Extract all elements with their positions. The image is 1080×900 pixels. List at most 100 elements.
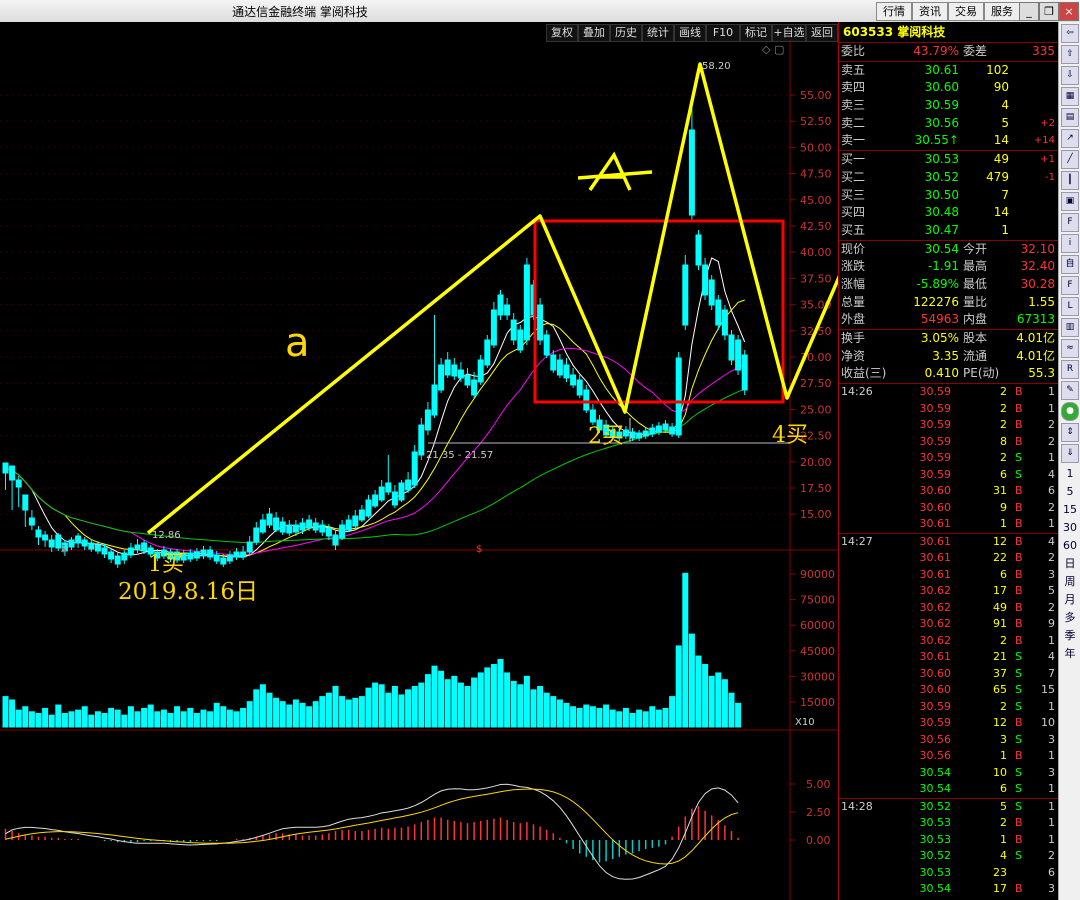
kline-chart[interactable]: ◇ ▢ 55.00 52.50 50.00 47.50 45.00 42.50 40.00 3… [0,40,838,900]
period-0[interactable]: 1 [1059,465,1080,483]
window-title: 通达信金融终端 掌阅科技 [232,5,368,19]
trend-icon[interactable]: ↗ [1061,129,1079,148]
volume-bar [655,709,662,728]
candle-body [497,294,504,316]
arrow-left-icon[interactable]: ⇦ [1061,24,1079,43]
tick-row: 30.62 91 B 9 [919,617,1056,631]
candle-body [22,494,29,511]
split-icon[interactable]: ▥ [1061,318,1079,337]
volume-bar [9,699,16,728]
menu-fuwu-button[interactable]: 服务 [984,2,1020,21]
self-select-icon[interactable]: 自 [1061,255,1079,274]
period-6[interactable]: 周 [1059,573,1080,591]
volume-bar [477,672,484,728]
period-7[interactable]: 月 [1059,591,1080,609]
stock-code-name: 603533 掌阅科技 [839,22,1059,43]
volume-bar [213,702,220,728]
rsi-icon[interactable]: R [1061,360,1079,379]
price-tick-label: 47.50 [800,168,832,181]
grid-icon[interactable]: ▤ [1061,108,1079,127]
tick-row: 30.54 6 S 1 [919,782,1056,796]
period-2[interactable]: 15 [1059,501,1080,519]
candle-body [306,519,313,529]
volume-bar [88,714,95,728]
candle-body [352,515,359,527]
period-9[interactable]: 季 [1059,627,1080,645]
tick-list[interactable]: 14:26 30.59 2 B 1 30.59 2 B 1 30.59 2 B 2 30.59 8 B 2 30.… [839,384,1059,898]
tick-row: 30.53 1 B 1 [919,832,1056,846]
chart-type-icon[interactable]: ▦ [1061,87,1079,106]
menu-hangqing-button[interactable]: 行情 [876,2,912,21]
period-4[interactable]: 60 [1059,537,1080,555]
candle-body [735,339,742,371]
f10-icon[interactable]: F [1061,213,1079,232]
candle-body [312,522,319,531]
tick-row: 30.62 49 B 2 [919,600,1056,614]
volume-bar [114,709,121,728]
candle-body [233,551,240,558]
fund-icon[interactable]: F [1061,276,1079,295]
period-1[interactable]: 5 [1059,483,1080,501]
stat-row: 涨跌 -1.91 最高 32.40 [841,259,1055,274]
level-icon[interactable]: L [1061,297,1079,316]
tick-row: 30.54 17 B 3 [919,882,1056,896]
volume-bar [682,572,689,728]
bid-row: 买二 30.52 479 -1 [841,169,1055,184]
candle-body [510,319,517,341]
candle-body [220,557,227,565]
candle-body [385,482,392,493]
volume-bar [609,709,616,728]
price-tick-label: 25.00 [800,403,832,416]
tool-icon[interactable]: ✎ [1061,381,1079,400]
period-5[interactable]: 日 [1059,555,1080,573]
candle-body [411,451,418,486]
menu-jiaoyi-button[interactable]: 交易 [948,2,984,21]
expand-icon[interactable]: ⇕ [1061,423,1079,442]
bid-levels: 买一 30.53 49 +1 买二 30.52 479 -1 买三 30.50 7 买四 30.48 14… [839,151,1059,239]
menu-zixun-button[interactable]: 资讯 [912,2,948,21]
close-icon[interactable]: × [1059,2,1079,21]
indicator-icon[interactable]: ≈ [1061,339,1079,358]
macd-axis: 5.00 2.50 0.00 [790,778,831,847]
line-icon[interactable]: ╱ [1061,150,1079,169]
table-icon[interactable]: ▣ [1061,192,1079,211]
minimize-icon[interactable]: _ [1019,2,1039,21]
candle-body [213,554,220,562]
candle-body [378,486,385,501]
stat-row: 涨幅 -5.89% 最低 30.28 [841,276,1055,291]
volume-bar [457,682,464,728]
download-icon[interactable]: ⇓ [1061,444,1079,463]
candle-body [490,309,497,346]
volume-unit-label: X10 [795,717,815,728]
candle-body [94,544,101,552]
volume-bar [22,706,29,728]
candle-body [484,339,491,366]
volume-bar [629,712,636,728]
weibi-row: 委比 43.79% 委差 335 [841,44,1055,58]
volume-bar [325,692,332,728]
candle-body [405,479,412,491]
candle-body [556,359,563,376]
candle-body [543,334,550,356]
arrow-down-icon[interactable]: ⇩ [1061,66,1079,85]
restore-icon[interactable]: ❐ [1039,2,1059,21]
period-3[interactable]: 30 [1059,519,1080,537]
volume-bar [431,665,438,728]
tick-row: 30.62 2 B 1 [919,633,1056,647]
badge-icon[interactable]: ● [1061,402,1079,421]
info-icon[interactable]: i [1061,234,1079,253]
volume-bar [616,711,623,728]
period-10[interactable]: 年 [1059,645,1080,663]
candle-body [424,409,431,431]
volume-bar [352,697,359,728]
candle-body [537,304,544,341]
kline-icon[interactable]: ┃ [1061,171,1079,190]
chart-expand-icon[interactable]: ◇ ▢ [762,43,784,56]
volume-bar [108,707,115,728]
arrow-up-icon[interactable]: ⇧ [1061,45,1079,64]
volume-bar [2,696,9,728]
range-label: 21.35 - 21.57 [426,450,493,461]
period-8[interactable]: 多 [1059,609,1080,627]
volume-bar [583,704,590,728]
candle-body [550,354,557,371]
